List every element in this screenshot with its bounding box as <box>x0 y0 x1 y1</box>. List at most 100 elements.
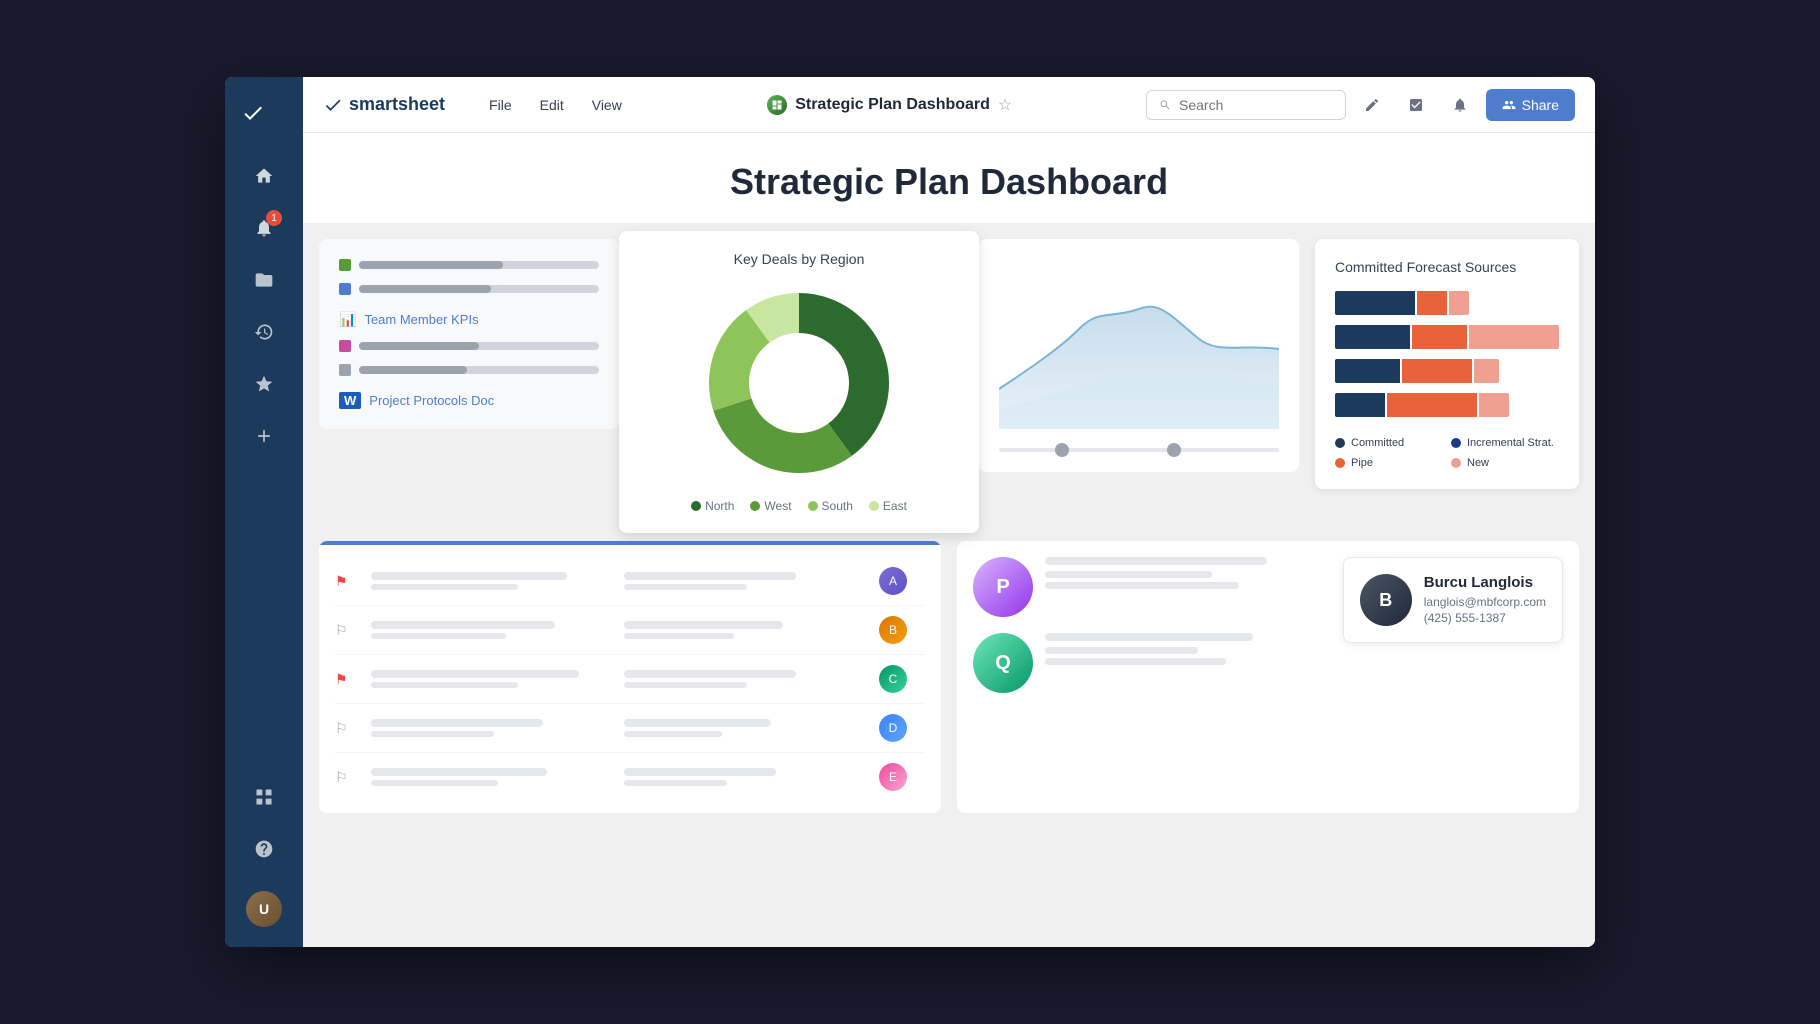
text-bar <box>624 621 783 629</box>
forecast-seg-new-3 <box>1474 359 1499 383</box>
text-bar <box>624 584 747 590</box>
forecast-legend-pipe: Pipe <box>1335 457 1443 469</box>
notification-badge: 1 <box>266 210 282 226</box>
search-input[interactable] <box>1179 97 1333 113</box>
sidebar-item-add[interactable] <box>242 414 286 458</box>
app-window: 1 <box>225 77 1595 947</box>
text-bar <box>624 731 722 737</box>
avatar-circle-5: E <box>877 761 909 793</box>
legend-south: South <box>808 499 853 513</box>
forecast-dot-pipe <box>1335 458 1345 468</box>
slider-thumb-right[interactable] <box>1167 443 1181 457</box>
forecast-seg-pipe-3 <box>1402 359 1472 383</box>
topbar-center: Strategic Plan Dashboard ☆ <box>646 95 1134 115</box>
text-bar <box>371 633 506 639</box>
sidebar-item-notifications[interactable]: 1 <box>242 206 286 250</box>
text-bar <box>1045 633 1253 641</box>
kpi-item-1 <box>339 259 599 271</box>
legend-west: West <box>750 499 791 513</box>
main-area: smartsheet File Edit View Strategic Plan… <box>303 77 1595 947</box>
text-bar <box>624 682 747 688</box>
edit-icon-btn[interactable] <box>1354 87 1390 123</box>
legend-label-north: North <box>705 499 734 513</box>
people-card: P Q <box>957 541 1579 813</box>
avatar-circle-1: A <box>877 565 909 597</box>
share-label: Share <box>1522 97 1559 113</box>
forecast-dot-new <box>1451 458 1461 468</box>
forecast-chart-title: Committed Forecast Sources <box>1335 259 1559 275</box>
sidebar-item-folders[interactable] <box>242 258 286 302</box>
legend-dot-north <box>691 501 701 511</box>
table-row: ⚑ C <box>335 655 925 704</box>
topbar-logo: smartsheet <box>323 94 445 115</box>
text-bar <box>371 670 579 678</box>
forecast-row-2 <box>1335 325 1559 349</box>
legend-label-west: West <box>764 499 791 513</box>
present-icon-btn[interactable] <box>1398 87 1434 123</box>
text-bar <box>371 621 555 629</box>
share-button[interactable]: Share <box>1486 89 1575 121</box>
kpi-panel: 📊 Team Member KPIs <box>319 239 619 429</box>
table-cell-8 <box>624 719 869 737</box>
dashboard-header: Strategic Plan Dashboard <box>303 133 1595 223</box>
donut-legend: North West South East <box>639 499 959 513</box>
kpi-color-2 <box>339 283 351 295</box>
text-bar <box>371 584 518 590</box>
legend-dot-south <box>808 501 818 511</box>
forecast-seg-committed-1 <box>1335 291 1415 315</box>
person-2-info <box>1045 633 1323 665</box>
table-row: ⚐ D <box>335 704 925 753</box>
table-row: ⚐ E <box>335 753 925 801</box>
area-chart-slider <box>999 448 1279 452</box>
flag-icon-gray-2: ⚐ <box>335 720 363 737</box>
contact-avatar: B <box>1360 574 1412 626</box>
table-card: ⚑ A <box>319 541 941 813</box>
team-kpi-label: Team Member KPIs <box>364 312 478 327</box>
text-bar <box>624 633 734 639</box>
nav-view[interactable]: View <box>580 91 634 119</box>
person-1: P <box>973 557 1323 617</box>
text-bar <box>1045 557 1267 565</box>
person-2: Q <box>973 633 1323 693</box>
forecast-seg-pipe-2 <box>1412 325 1467 349</box>
flag-icon-gray-3: ⚐ <box>335 769 363 786</box>
forecast-seg-pipe-4 <box>1387 393 1477 417</box>
text-bar <box>371 572 567 580</box>
forecast-seg-new-4 <box>1479 393 1509 417</box>
sidebar-item-home[interactable] <box>242 154 286 198</box>
people-avatars: P Q <box>973 557 1323 693</box>
topbar-actions: Share <box>1146 87 1575 123</box>
favorite-icon[interactable]: ☆ <box>998 95 1012 115</box>
forecast-seg-new-2 <box>1469 325 1559 349</box>
forecast-label-incremental: Incremental Strat. <box>1467 437 1554 449</box>
table-row: ⚑ A <box>335 557 925 606</box>
protocols-link[interactable]: W Project Protocols Doc <box>339 392 599 409</box>
team-kpi-link[interactable]: 📊 Team Member KPIs <box>339 311 599 328</box>
forecast-seg-committed-4 <box>1335 393 1385 417</box>
slider-thumb-left[interactable] <box>1055 443 1069 457</box>
sidebar-item-help[interactable] <box>242 827 286 871</box>
dashboard-icon <box>767 95 787 115</box>
table-content: ⚑ A <box>319 545 941 813</box>
nav-edit[interactable]: Edit <box>528 91 576 119</box>
nav-file[interactable]: File <box>477 91 524 119</box>
contact-email: langlois@mbfcorp.com <box>1424 595 1546 609</box>
legend-north: North <box>691 499 734 513</box>
sidebar-item-favorites[interactable] <box>242 362 286 406</box>
search-box[interactable] <box>1146 90 1346 120</box>
forecast-legend-committed: Committed <box>1335 437 1443 449</box>
sidebar-logo <box>225 93 303 146</box>
legend-east: East <box>869 499 907 513</box>
user-avatar[interactable]: U <box>242 887 286 931</box>
forecast-seg-pipe-1 <box>1417 291 1447 315</box>
person-avatar-2: Q <box>973 633 1033 693</box>
kpi-color-3 <box>339 340 351 352</box>
forecast-chart-card: Committed Forecast Sources <box>1315 239 1579 489</box>
notifications-icon-btn[interactable] <box>1442 87 1478 123</box>
contact-card: B Burcu Langlois langlois@mbfcorp.com (4… <box>1343 557 1563 643</box>
forecast-seg-committed-3 <box>1335 359 1400 383</box>
sidebar-item-recent[interactable] <box>242 310 286 354</box>
table-cell-6 <box>624 670 869 688</box>
sidebar-item-grid[interactable] <box>242 775 286 819</box>
flag-icon-gray-1: ⚐ <box>335 622 363 639</box>
